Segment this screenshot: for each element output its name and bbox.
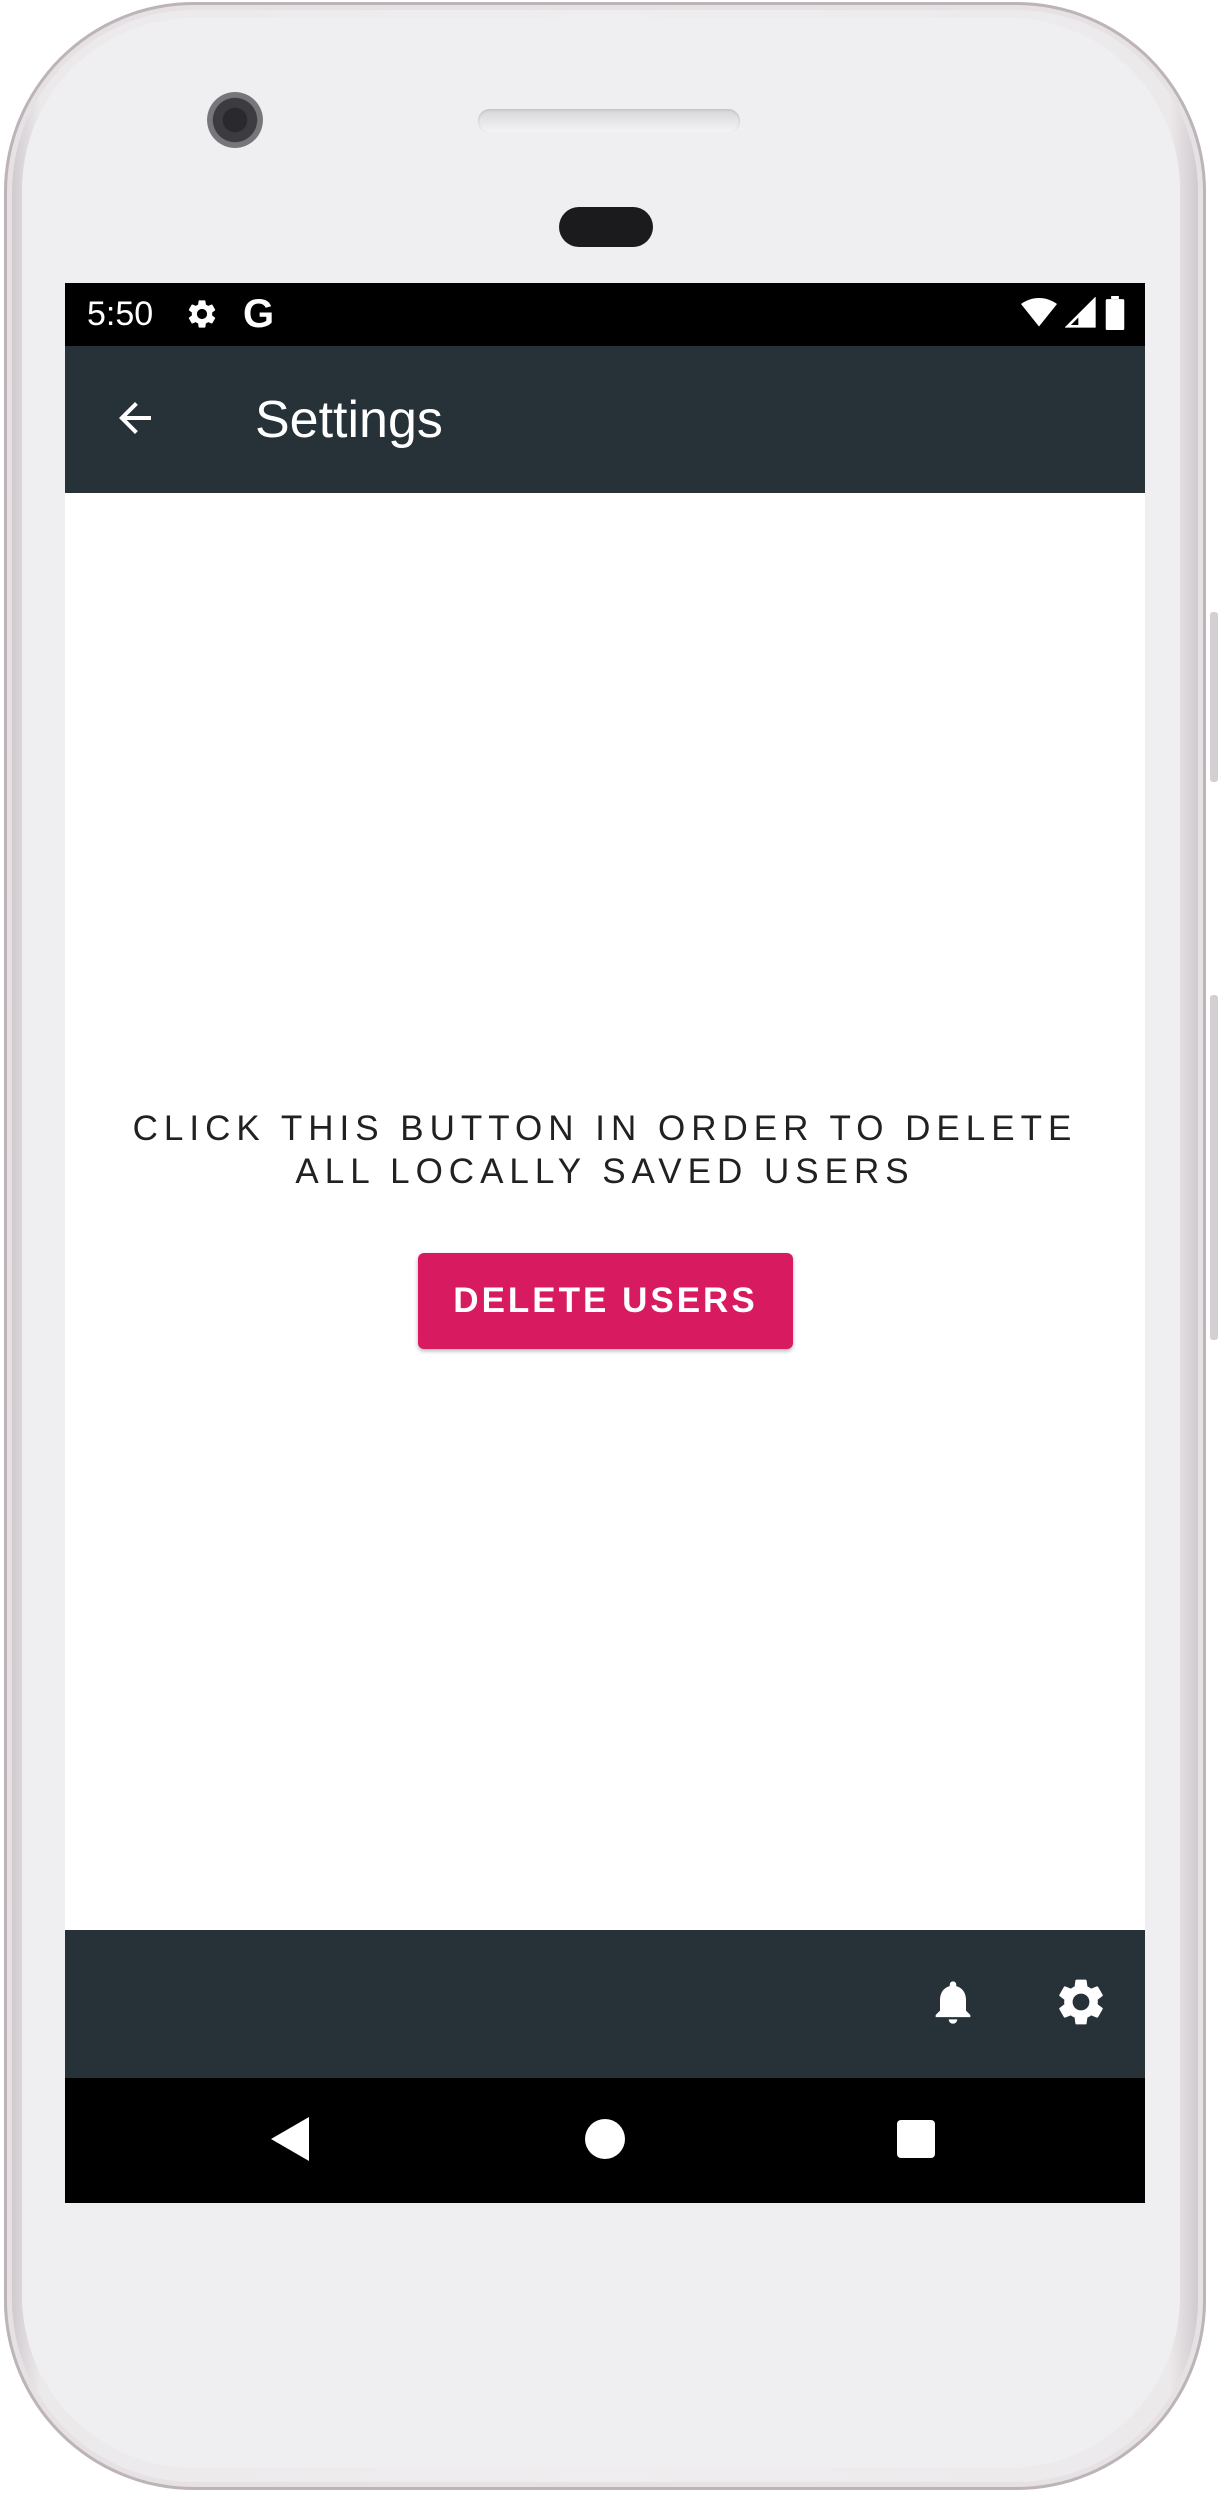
app-bar: Settings xyxy=(65,346,1145,493)
delete-users-button[interactable]: DELETE USERS xyxy=(418,1253,793,1349)
speaker-grill xyxy=(478,109,740,133)
page-title: Settings xyxy=(255,391,443,449)
back-button[interactable] xyxy=(105,390,165,450)
battery-icon xyxy=(1105,296,1125,334)
status-indicators xyxy=(1021,296,1125,334)
power-button xyxy=(1210,612,1218,782)
nav-recents-square-icon xyxy=(897,2120,935,2162)
settings-button[interactable] xyxy=(1051,1974,1111,2034)
gear-icon xyxy=(1053,1974,1109,2034)
google-g-icon: G xyxy=(243,292,275,336)
nav-back-button[interactable] xyxy=(267,2117,313,2165)
gear-icon xyxy=(185,297,219,331)
earpiece-sensor xyxy=(559,207,653,247)
nav-home-button[interactable] xyxy=(582,2118,628,2164)
front-camera xyxy=(207,92,263,148)
device-screen: 5:50 G Settings CLICK THIS BUTTON IN ORD… xyxy=(65,283,1145,2203)
wifi-icon xyxy=(1021,298,1057,332)
bottom-app-bar xyxy=(65,1930,1145,2078)
arrow-back-icon xyxy=(111,394,159,446)
settings-content: CLICK THIS BUTTON IN ORDER TO DELETE ALL… xyxy=(65,493,1145,1933)
notifications-button[interactable] xyxy=(923,1974,983,2034)
bell-icon xyxy=(927,1976,979,2032)
delete-instruction-text: CLICK THIS BUTTON IN ORDER TO DELETE ALL… xyxy=(132,1109,1078,1191)
status-bar: 5:50 G xyxy=(65,283,1145,346)
phone-device-frame: 5:50 G Settings CLICK THIS BUTTON IN ORD… xyxy=(0,0,1222,2498)
volume-button xyxy=(1210,995,1218,1340)
cell-signal-icon xyxy=(1064,296,1097,333)
status-time: 5:50 xyxy=(87,295,154,333)
system-navigation-bar xyxy=(65,2078,1145,2203)
nav-back-triangle-icon xyxy=(271,2117,309,2165)
nav-recents-button[interactable] xyxy=(893,2118,939,2164)
nav-home-circle-icon xyxy=(585,2119,625,2163)
